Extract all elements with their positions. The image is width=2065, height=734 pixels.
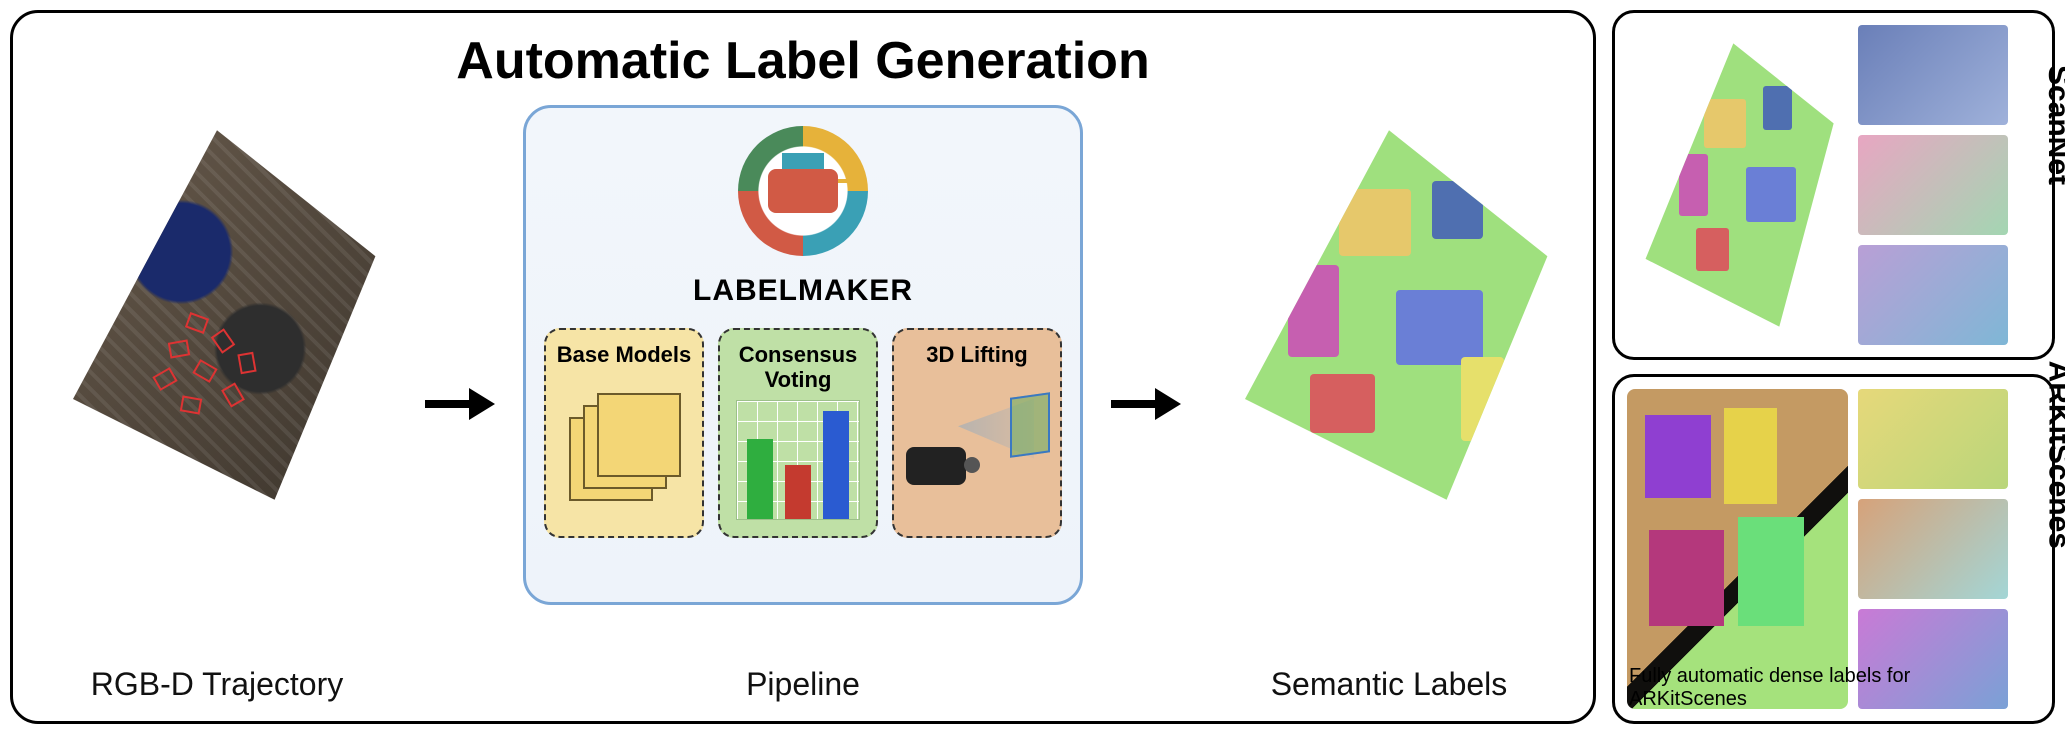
scannet-thumb-1 xyxy=(1858,25,2008,125)
input-caption: RGB-D Trajectory xyxy=(91,666,343,703)
arkit-thumbs xyxy=(1858,389,2008,709)
stacked-sheets-icon xyxy=(569,393,679,503)
main-title: Automatic Label Generation xyxy=(37,31,1569,91)
projector-icon xyxy=(902,393,1052,503)
camera-frustum-icon xyxy=(237,352,256,374)
module-base-title: Base Models xyxy=(557,342,692,367)
module-consensus-title: Consensus Voting xyxy=(728,342,868,393)
labelmaker-logo-icon xyxy=(738,126,868,256)
labelmaker-name: LABELMAKER xyxy=(693,274,913,308)
scannet-card: ScanNet xyxy=(1612,10,2055,360)
output-column: Semantic Labels xyxy=(1209,105,1569,703)
module-3d-lifting: 3D Lifting xyxy=(892,328,1062,538)
scannet-thumb-3 xyxy=(1858,245,2008,345)
scannet-thumbs xyxy=(1858,25,2008,345)
arkit-thumb-1 xyxy=(1858,389,2008,489)
right-panel-group: ScanNet Fully automatic dense labels for… xyxy=(1612,10,2055,724)
module-base-models: Base Models xyxy=(544,328,704,538)
scannet-title: ScanNet xyxy=(2041,65,2065,185)
camera-frustum-icon xyxy=(180,395,202,414)
pipeline-column: LABELMAKER Base Models Consensus Voting xyxy=(523,105,1083,703)
arkit-subcaption: Fully automatic dense labels for ARKitSc… xyxy=(1629,665,1929,711)
camera-frustum-icon xyxy=(168,339,190,358)
arkit-thumb-2 xyxy=(1858,499,2008,599)
bar-chart-icon xyxy=(736,400,860,520)
module-lift-title: 3D Lifting xyxy=(926,342,1027,367)
pipeline-box: LABELMAKER Base Models Consensus Voting xyxy=(523,105,1083,605)
arkit-card: Fully automatic dense labels for ARKitSc… xyxy=(1612,374,2055,724)
pipeline-caption: Pipeline xyxy=(746,666,860,703)
scannet-thumb-2 xyxy=(1858,135,2008,235)
arkit-title: ARKitScenes xyxy=(2041,361,2065,549)
rgbd-trajectory-scene xyxy=(37,105,397,525)
arrow-icon xyxy=(1111,384,1181,424)
output-caption: Semantic Labels xyxy=(1271,666,1508,703)
arrow-icon xyxy=(425,384,495,424)
semantic-labels-scene xyxy=(1209,105,1569,525)
arkit-preview xyxy=(1627,389,1848,709)
module-consensus: Consensus Voting xyxy=(718,328,878,538)
main-panel: Automatic Label Generation RGB-D Traject… xyxy=(10,10,1596,724)
scannet-preview xyxy=(1627,25,1848,345)
input-column: RGB-D Trajectory xyxy=(37,105,397,703)
semantic-room-icon xyxy=(1209,105,1569,525)
rgbd-room-icon xyxy=(37,105,397,525)
